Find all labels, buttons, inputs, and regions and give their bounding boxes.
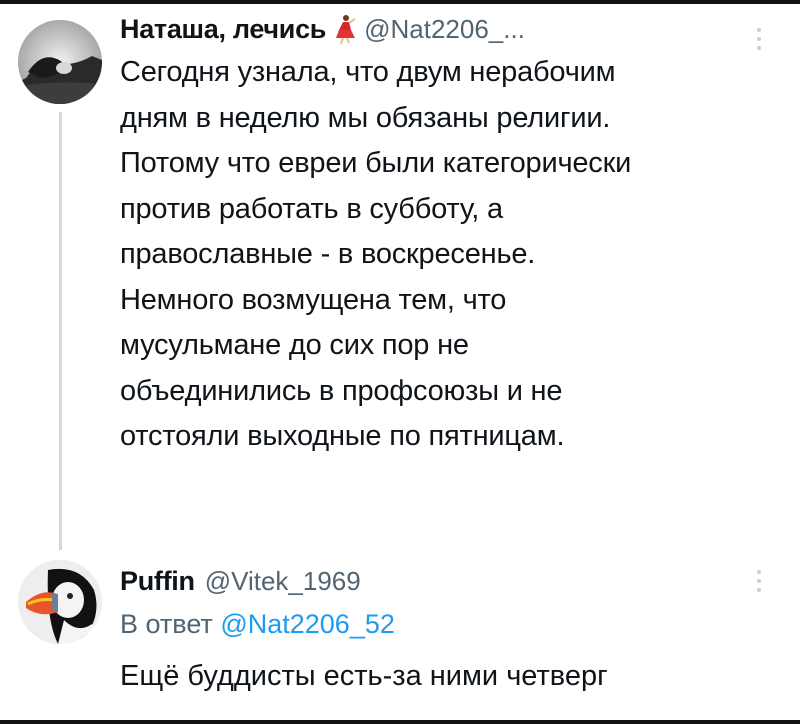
tweet-text-line: мусульмане до сих пор не (120, 329, 469, 361)
tweet-text-line: Потому что евреи были категорически (120, 147, 632, 179)
tweet-text-line: объединились в профсоюзы и не (120, 374, 563, 407)
user-handle[interactable]: @Nat2206_... (364, 14, 525, 45)
reply-prefix: В ответ (120, 609, 221, 639)
tweet-text: Сегодня узнала, что двум нерабочим дням … (120, 50, 760, 460)
reply-context: В ответ @Nat2206_52 (120, 602, 760, 646)
tweet[interactable]: Наташа, лечись @Nat2206_... Сегодня узна… (120, 8, 760, 460)
puffin-avatar-icon (18, 560, 102, 644)
tweet-text: Ещё буддисты есть-за ними четверг (120, 660, 608, 692)
tweet-text-line: православные - в воскресенье. (120, 238, 536, 270)
tweet-text-line: дням в неделю мы обязаны религии. (120, 101, 611, 134)
display-name[interactable]: Наташа, лечись (120, 14, 326, 45)
tweet-text-line: против работать в субботу, а (120, 192, 503, 225)
tweet[interactable]: Puffin @Vitek_1969 В ответ @Nat2206_52 Е… (120, 560, 760, 693)
avatar[interactable] (18, 560, 102, 644)
tweet-header: Puffin @Vitek_1969 (120, 560, 760, 602)
thread-connector-line (59, 112, 62, 550)
reply-mention-link[interactable]: @Nat2206_52 (220, 609, 395, 639)
more-options-icon[interactable] (754, 28, 764, 50)
tweet-header: Наташа, лечись @Nat2206_... (120, 8, 760, 50)
display-name[interactable]: Puffin (120, 566, 195, 597)
user-handle[interactable]: @Vitek_1969 (205, 566, 361, 597)
dancer-emoji-icon (334, 14, 356, 45)
bottom-frame-border (0, 720, 800, 724)
tweet-text-line: Немного возмущена тем, что (120, 283, 507, 316)
avatar[interactable] (18, 20, 102, 104)
top-frame-border (0, 0, 800, 4)
tweet-text-line: отстояли выходные по пятницам. (120, 420, 565, 452)
avatar-photo-icon (18, 20, 102, 104)
tweet-text-line: Сегодня узнала, что двум нерабочим (120, 56, 616, 88)
more-options-icon[interactable] (754, 570, 764, 592)
